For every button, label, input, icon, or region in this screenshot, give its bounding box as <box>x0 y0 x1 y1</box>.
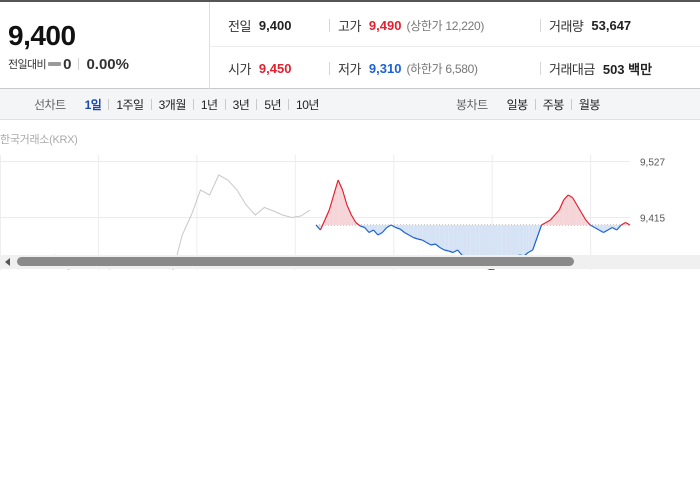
volume-value: 53,647 <box>591 17 632 33</box>
open-cell: 시가 9,450 <box>228 58 291 78</box>
area-segment <box>448 225 454 253</box>
current-price: 9,400 <box>8 20 76 51</box>
candle-tab[interactable]: 주봉 <box>536 96 571 113</box>
high-cell: 고가 9,490 (상한가 12,220) <box>338 15 484 35</box>
area-segment <box>338 180 343 225</box>
change-row: 전일대비 0 0.00% <box>8 55 129 73</box>
chart-canvas: 9,527 9,415 <box>0 155 665 270</box>
candle-tab[interactable]: 일봉 <box>500 96 535 113</box>
area-segment <box>346 205 352 225</box>
area-segment <box>342 190 347 225</box>
low-cell: 저가 9,310 (하한가 6,580) <box>338 58 478 78</box>
area-segment <box>413 225 418 239</box>
line-tab[interactable]: 10년 <box>289 96 326 113</box>
open-value: 9,450 <box>258 60 292 76</box>
column-divider <box>329 19 330 32</box>
scroll-left-icon[interactable] <box>5 258 10 266</box>
candle-chart-label: 봉차트 <box>456 98 488 112</box>
line-tab[interactable]: 3개월 <box>152 96 193 113</box>
candle-chart-tabs: 봉차트 일봉 주봉 월봉 <box>456 89 607 120</box>
lower-limit: (하한가 6,580) <box>406 61 478 76</box>
prev-close-value: 9,400 <box>258 17 292 33</box>
quote-row-divider <box>211 46 700 47</box>
column-divider <box>540 19 541 32</box>
stock-quote-widget: 9,400 전일대비 0 0.00% 전일 9,400 고가 9,490 (상한… <box>0 0 700 490</box>
line-tab[interactable]: 5년 <box>257 96 288 113</box>
prev-close-cell: 전일 9,400 <box>228 15 291 35</box>
trade-value-cell: 거래대금 503 백만 <box>549 58 652 78</box>
area-segment <box>430 225 436 245</box>
area-segment <box>519 225 524 256</box>
line-tab[interactable]: 1주일 <box>109 96 150 113</box>
quote-panel: 9,400 전일대비 0 0.00% 전일 9,400 고가 9,490 (상한… <box>0 0 700 89</box>
chart-toolbar: 선차트 1일 1주일 3개월 1년 3년 5년 10년 봉차트 일봉 주봉 월봉 <box>0 89 700 120</box>
current-price-box: 9,400 전일대비 0 0.00% <box>0 2 210 89</box>
column-divider <box>540 62 541 75</box>
line-tab[interactable]: 3년 <box>226 96 257 113</box>
low-label: 저가 <box>338 61 361 77</box>
line-chart-tabs: 선차트 1일 1주일 3개월 1년 3년 5년 10년 <box>34 89 326 120</box>
area-segment <box>426 225 431 245</box>
change-value: 0 <box>63 55 72 73</box>
area-segment <box>532 225 538 250</box>
column-divider <box>329 62 330 75</box>
chart-scrollbar[interactable] <box>0 255 700 269</box>
area-segment <box>329 195 334 225</box>
y-axis-labels: 9,527 9,415 <box>640 158 665 225</box>
volume-label: 거래량 <box>549 18 584 34</box>
low-value: 9,310 <box>368 60 402 76</box>
line-tab[interactable]: 1년 <box>194 96 225 113</box>
change-percent: 0.00% <box>86 55 129 73</box>
line-chart-label: 선차트 <box>34 98 66 112</box>
area-segment <box>515 225 520 258</box>
trade-value-label: 거래대금 <box>549 61 595 77</box>
intraday-chart: 한국거래소(KRX) 9,527 9,415 <box>0 120 700 270</box>
high-label: 고가 <box>338 18 361 34</box>
area-segment <box>523 225 529 256</box>
area-segment <box>439 225 445 250</box>
area-segment <box>444 225 449 251</box>
high-value: 9,490 <box>368 17 402 33</box>
chart-grid <box>0 155 630 270</box>
open-label: 시가 <box>228 61 251 77</box>
line-tab[interactable]: 1일 <box>78 96 109 113</box>
area-segment <box>568 195 573 225</box>
change-divider <box>78 58 80 70</box>
area-segment <box>528 225 533 253</box>
y-tick-label: 9,415 <box>640 214 665 225</box>
upper-limit: (상한가 12,220) <box>406 18 485 33</box>
candle-tab[interactable]: 월봉 <box>572 96 607 113</box>
area-segment <box>461 225 467 258</box>
prev-close-label: 전일 <box>228 18 251 34</box>
scrollbar-thumb[interactable] <box>17 257 574 266</box>
trade-value-value: 503 백만 <box>602 61 653 77</box>
area-segment <box>417 225 423 240</box>
change-label: 전일대비 <box>8 59 47 71</box>
y-tick-label: 9,527 <box>640 158 665 169</box>
flat-change-icon <box>48 62 62 66</box>
data-source: 한국거래소(KRX) <box>0 134 78 146</box>
volume-cell: 거래량 53,647 <box>549 15 631 35</box>
area-segment <box>453 225 458 253</box>
